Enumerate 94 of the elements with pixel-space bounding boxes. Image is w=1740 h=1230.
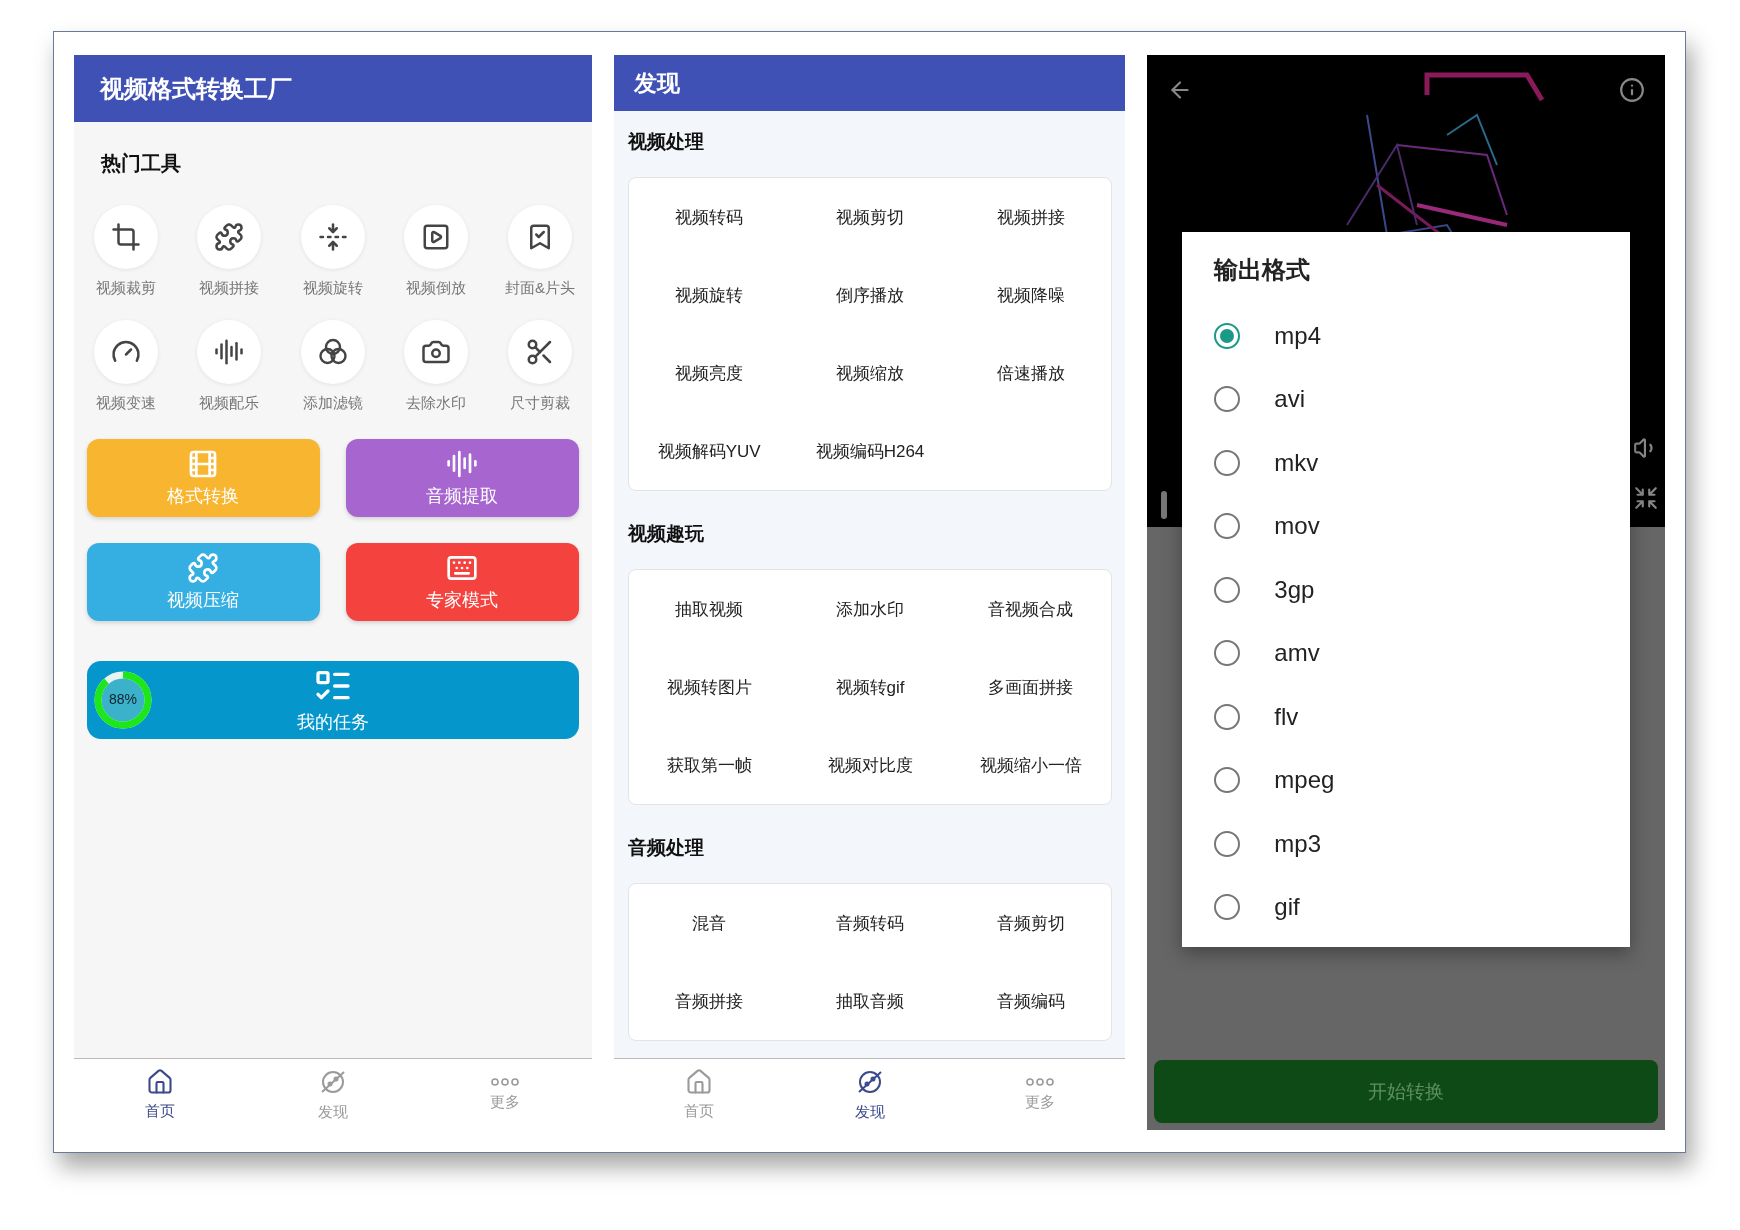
more-icon — [1025, 1077, 1056, 1087]
tool-button[interactable] — [404, 205, 469, 269]
feature-item[interactable]: 音频转码 — [789, 884, 951, 962]
tool-label: 视频拼接 — [199, 279, 260, 298]
section-title: 视频处理 — [627, 130, 705, 154]
feature-item[interactable]: 视频拼接 — [950, 178, 1112, 256]
progress-ring — [93, 670, 153, 730]
format-option[interactable]: 3gp — [1274, 575, 1315, 604]
sound-wave-icon — [214, 337, 245, 367]
app-title: 视频格式转换工厂 — [100, 73, 292, 104]
radio-button[interactable] — [1214, 767, 1241, 794]
exit-fullscreen-icon[interactable] — [1633, 485, 1659, 511]
feature-item[interactable]: 音视频合成 — [950, 570, 1112, 648]
format-option[interactable]: mp3 — [1274, 829, 1322, 858]
feature-item[interactable]: 视频转码 — [628, 178, 790, 256]
tool-label: 视频变速 — [95, 394, 156, 413]
radio-button[interactable] — [1214, 322, 1241, 349]
feature-item[interactable]: 音频拼接 — [628, 962, 790, 1040]
feature-item[interactable]: 视频解码YUV — [628, 412, 790, 490]
feature-item[interactable]: 音频剪切 — [950, 884, 1112, 962]
format-option[interactable]: avi — [1274, 385, 1306, 414]
progress-text: 88% — [108, 691, 138, 707]
tool-button[interactable] — [93, 205, 158, 269]
feature-item[interactable]: 视频转图片 — [628, 648, 790, 726]
radio-button[interactable] — [1214, 576, 1241, 603]
tool-label: 封面&片头 — [504, 279, 575, 298]
feature-item[interactable]: 倍速播放 — [950, 334, 1112, 412]
tool-label: 去除水印 — [406, 394, 467, 413]
feature-item[interactable]: 视频对比度 — [789, 726, 951, 804]
more-icon — [490, 1077, 521, 1087]
feature-item[interactable]: 抽取视频 — [628, 570, 790, 648]
nav-tab[interactable]: 首页 — [74, 1059, 247, 1130]
tool-label: 视频倒放 — [406, 279, 467, 298]
feature-item[interactable]: 视频亮度 — [628, 334, 790, 412]
sound-wave-icon — [446, 448, 479, 480]
screen-title: 发现 — [633, 68, 680, 98]
format-option[interactable]: flv — [1274, 702, 1299, 731]
feature-item[interactable]: 视频编码H264 — [789, 412, 951, 490]
radio-button[interactable] — [1214, 513, 1241, 540]
feature-item[interactable]: 多画面拼接 — [950, 648, 1112, 726]
tool-label: 视频配乐 — [199, 394, 260, 413]
feature-item[interactable]: 视频缩小一倍 — [950, 726, 1112, 804]
tool-button[interactable] — [404, 320, 469, 384]
feature-item[interactable]: 视频缩放 — [789, 334, 951, 412]
crop-icon — [110, 222, 141, 252]
feature-item[interactable]: 音频编码 — [950, 962, 1112, 1040]
feature-item[interactable]: 视频转gif — [789, 648, 951, 726]
puzzle-icon — [214, 222, 245, 252]
radio-button[interactable] — [1214, 386, 1241, 413]
info-icon[interactable] — [1619, 77, 1645, 103]
format-option[interactable]: mkv — [1274, 448, 1319, 477]
feature-item[interactable]: 获取第一帧 — [628, 726, 790, 804]
feature-item[interactable]: 视频旋转 — [628, 256, 790, 334]
feature-item[interactable]: 混音 — [628, 884, 790, 962]
task-button[interactable]: 我的任务 88% — [87, 661, 579, 739]
format-option[interactable]: mpeg — [1274, 766, 1335, 795]
tool-label: 添加滤镜 — [302, 394, 363, 413]
radio-button[interactable] — [1214, 640, 1241, 667]
tool-button[interactable] — [197, 320, 262, 384]
home-icon — [684, 1068, 713, 1096]
section-title: 热门工具 — [100, 151, 182, 176]
home-icon — [146, 1068, 175, 1096]
format-option[interactable]: amv — [1274, 639, 1320, 668]
tool-label: 尺寸剪裁 — [509, 394, 570, 413]
tool-button[interactable] — [197, 205, 262, 269]
section-title: 视频趣玩 — [627, 522, 705, 546]
feature-item[interactable]: 添加水印 — [789, 570, 951, 648]
tool-label: 视频旋转 — [302, 279, 363, 298]
radio-button[interactable] — [1214, 703, 1241, 730]
pause-icon[interactable] — [1161, 491, 1168, 519]
tool-label: 视频裁剪 — [95, 279, 156, 298]
dialog-title: 输出格式 — [1214, 255, 1312, 285]
nav-tab[interactable]: 发现 — [784, 1059, 955, 1130]
action-button[interactable]: 音频提取 — [345, 439, 579, 517]
puzzle-icon — [187, 552, 220, 584]
action-button[interactable]: 专家模式 — [345, 543, 579, 621]
section-title: 音频处理 — [627, 836, 705, 860]
feature-item[interactable]: 视频降噪 — [950, 256, 1112, 334]
format-option[interactable]: gif — [1274, 893, 1300, 922]
tool-button[interactable] — [300, 320, 365, 384]
tool-button[interactable] — [507, 320, 572, 384]
compress-icon — [317, 222, 348, 252]
format-option[interactable]: mp4 — [1274, 321, 1322, 350]
radio-button[interactable] — [1214, 894, 1241, 921]
feature-item[interactable]: 视频剪切 — [789, 178, 951, 256]
tool-button[interactable] — [300, 205, 365, 269]
tool-button[interactable] — [507, 205, 572, 269]
feature-item[interactable]: 抽取音频 — [789, 962, 951, 1040]
format-option[interactable]: mov — [1274, 512, 1320, 541]
tool-button[interactable] — [93, 320, 158, 384]
radio-button[interactable] — [1214, 449, 1241, 476]
feature-item[interactable]: 倒序播放 — [789, 256, 951, 334]
video-icon — [421, 222, 452, 252]
radio-button[interactable] — [1214, 830, 1241, 857]
